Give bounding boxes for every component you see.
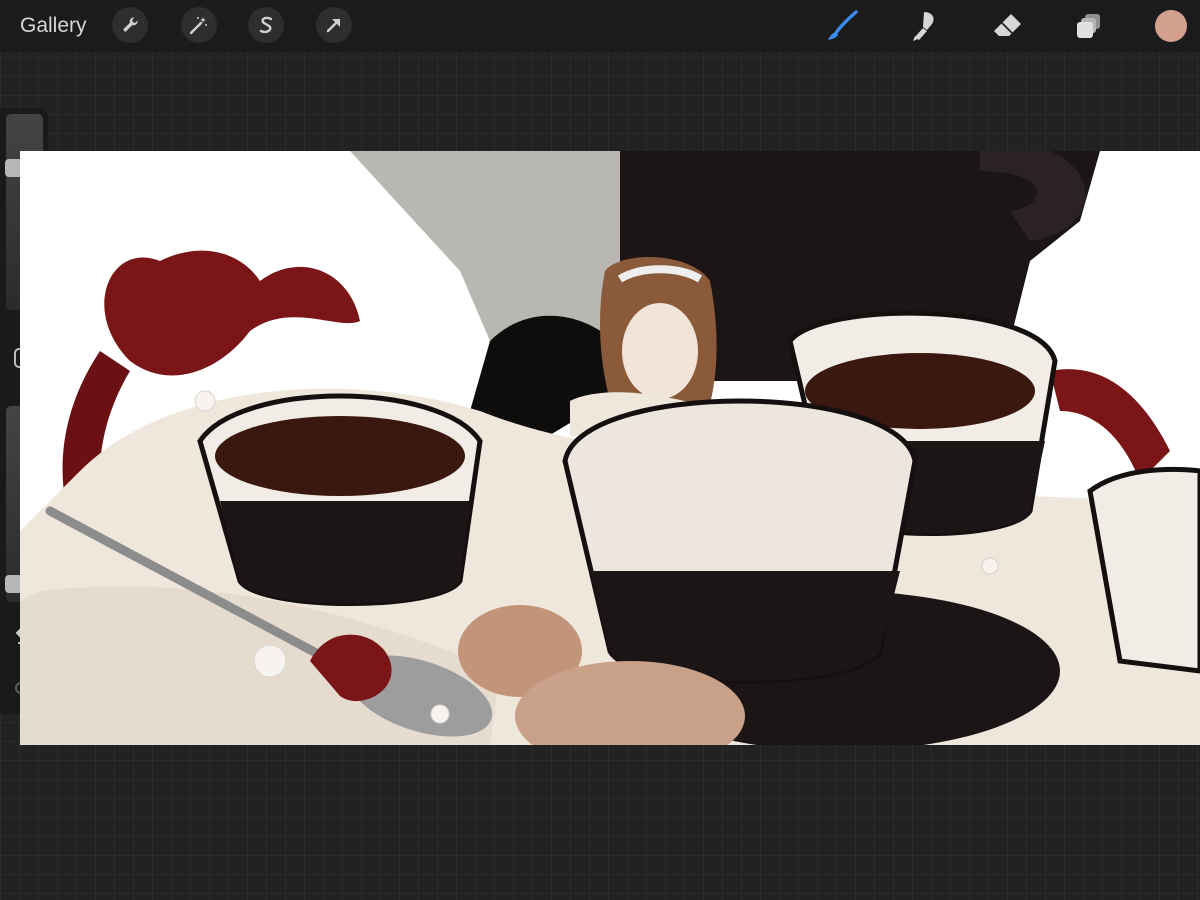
smudge-button[interactable] (908, 9, 942, 43)
transform-button[interactable] (316, 7, 352, 43)
drawing-canvas[interactable] (20, 151, 1200, 745)
ribbon-right (1050, 369, 1170, 481)
artwork-illustration (20, 151, 1200, 745)
tea-left (215, 416, 465, 496)
layers-button[interactable] (1072, 9, 1106, 43)
adjustments-button[interactable] (181, 7, 217, 43)
teacup-left-pattern (220, 501, 470, 604)
selection-s-icon (259, 16, 273, 34)
selection-button[interactable] (248, 7, 284, 43)
pearl (253, 644, 287, 678)
color-picker-button[interactable] (1155, 10, 1187, 42)
girl-face (622, 303, 698, 399)
pearl (194, 390, 216, 412)
actions-button[interactable] (112, 7, 148, 43)
eraser-button[interactable] (990, 9, 1024, 43)
pearl (981, 557, 999, 575)
paint-brush-button[interactable] (826, 9, 860, 43)
wrench-icon (123, 17, 138, 32)
brush-icon (828, 10, 858, 40)
pearl (430, 704, 450, 724)
gallery-button[interactable]: Gallery (20, 13, 87, 39)
teapot-spout (350, 151, 640, 351)
ribbon-bow-left (104, 250, 360, 376)
top-toolbar: Gallery (0, 0, 1200, 52)
eraser-icon (994, 14, 1021, 36)
magic-wand-icon (189, 17, 207, 35)
smudge-icon (913, 12, 934, 41)
arrow-move-icon (326, 18, 341, 33)
layers-icon (1077, 14, 1100, 38)
